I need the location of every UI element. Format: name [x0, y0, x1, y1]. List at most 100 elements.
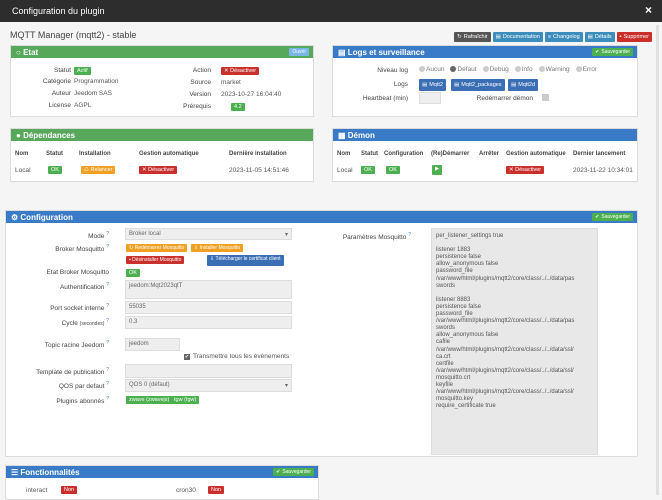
changelog-button[interactable]: ≡ Changelog: [544, 32, 583, 42]
radio-aucun[interactable]: Aucun: [419, 66, 444, 73]
demon-col-arreter: Arrêter: [479, 151, 500, 157]
radio-icon: [514, 66, 521, 73]
log-mqtt2-packages-button[interactable]: ▤ Mqtt2_packages: [451, 79, 505, 91]
interact-badge: Non: [61, 486, 78, 494]
categorie-value: Programmation: [74, 78, 119, 85]
dep-col-nom: Nom: [15, 151, 29, 157]
refresh-button[interactable]: ↻ Rafraîchir: [454, 32, 491, 42]
radio-error[interactable]: Error: [575, 66, 597, 73]
mode-select[interactable]: Broker local ▾: [125, 228, 292, 240]
help-icon: ?: [106, 381, 109, 387]
help-icon: ?: [106, 396, 109, 402]
fonctionnalites-header: ☰ Fonctionnalités ✔ Sauvegarder: [6, 466, 318, 478]
install-mosquitto-button[interactable]: ⇩ Installer Mosquitto: [191, 244, 244, 252]
dependances-header: ● Dépendances: [11, 129, 313, 141]
dep-col-gestion: Gestion automatique: [139, 151, 199, 157]
params-label: Paramètres Mosquitto ?: [342, 232, 411, 242]
topic-input[interactable]: jeedom: [125, 338, 180, 351]
params-textarea[interactable]: per_listener_settings true listener 1883…: [431, 228, 598, 455]
radio-defaut[interactable]: Défaut: [450, 66, 477, 73]
help-icon: ?: [408, 232, 411, 238]
modal-titlebar: Configuration du plugin ×: [0, 0, 662, 22]
licence-label: License: [48, 102, 71, 109]
demon-col-configuration: Configuration: [384, 151, 424, 157]
radio-icon: [575, 66, 582, 73]
fonctionnalites-panel: ☰ Fonctionnalités ✔ Sauvegarder interact…: [5, 465, 319, 500]
etat-header: ○ Etat Ouvrir: [11, 46, 313, 58]
plugin-zwave-badge: zwave (zwavejs): [126, 396, 173, 404]
list-icon: ≡: [547, 34, 552, 40]
dep-relancer-button[interactable]: ♺ Relancer: [81, 166, 116, 174]
port-input[interactable]: 55035: [125, 301, 292, 314]
radio-selected-icon: [450, 66, 457, 73]
top-toolbar: ↻ Rafraîchir ▤ Documentation ≡ Changelog ▤ D…: [454, 32, 652, 42]
qos-select[interactable]: QOS 0 (défaut) ▾: [125, 379, 292, 392]
download-cert-button[interactable]: ⇩ Télécharger le certificat client: [207, 255, 284, 266]
dep-row-derniere: 2023-11-05 14:51:46: [229, 167, 289, 174]
file-icon: ▤: [338, 48, 348, 57]
delete-button[interactable]: ▪ Supprimer: [616, 32, 652, 42]
auteur-label: Auteur: [51, 90, 71, 97]
transmit-label: Transmettre tous les évènements: [193, 353, 290, 360]
statut-label: Statut: [54, 67, 71, 74]
configuration-header: ⚙ Configuration ✔ Sauvegarder: [6, 211, 637, 223]
radio-warning[interactable]: Warning: [538, 66, 570, 73]
cron30-badge: Non: [208, 486, 225, 494]
etat-broker-label: Etat Broker Mosquitto: [46, 269, 110, 276]
statut-badge: Actif: [74, 67, 91, 75]
close-icon[interactable]: ×: [645, 3, 652, 17]
auth-input[interactable]: jeedom:Mqt2023qtT: [125, 280, 292, 299]
fonctionnalites-save-button[interactable]: ✔ Sauvegarder: [273, 468, 314, 476]
log-mqtt2-button[interactable]: ▤ Mqtt2: [419, 79, 446, 91]
dep-disable-button[interactable]: ✕ Désactiver: [139, 166, 178, 174]
auth-label: Authentification ?: [59, 282, 109, 292]
help-icon: ?: [106, 340, 109, 346]
uninstall-mosquitto-button[interactable]: ▪ Désinstaller Mosquitto: [126, 256, 185, 264]
dep-row-nom: Local: [15, 167, 31, 174]
demon-disable-button[interactable]: ✕ Désactiver: [506, 166, 545, 174]
broker-label: Broker Mosquitto ?: [55, 244, 109, 254]
demon-row-dernier: 2023-11-22 10:34:01: [573, 167, 633, 174]
demon-start-button[interactable]: ▶: [432, 165, 442, 175]
radio-debug[interactable]: Debug: [482, 66, 509, 73]
demon-col-gestion: Gestion automatique: [506, 151, 566, 157]
mode-label: Mode ?: [88, 231, 109, 241]
dropdown-icon: ▾: [284, 383, 288, 389]
log-mqtt2d-button[interactable]: ▤ Mqtt2d: [508, 79, 539, 91]
radio-icon: [538, 66, 545, 73]
plugin-tgw-badge: tgw (tgw): [171, 396, 200, 404]
check-icon: ✔: [595, 214, 600, 220]
info-icon: ▤: [587, 34, 593, 40]
demon-header: ▦ Démon: [333, 129, 637, 141]
template-input[interactable]: [125, 364, 292, 378]
template-label: Template de publication ?: [36, 367, 109, 377]
logs-save-button[interactable]: ✔ Sauvegarder: [592, 48, 633, 56]
restart-daemon-checkbox[interactable]: [542, 94, 549, 101]
server-icon: ▦: [338, 131, 348, 140]
config-save-button[interactable]: ✔ Sauvegarder: [592, 213, 633, 221]
help-icon: ?: [106, 318, 109, 324]
documentation-button[interactable]: ▤ Documentation: [492, 32, 543, 42]
topic-label: Topic racine Jeedom ?: [44, 340, 109, 350]
help-icon: ?: [106, 244, 109, 250]
open-button[interactable]: Ouvrir: [289, 48, 309, 56]
source-value: market: [221, 79, 241, 86]
circle-check-icon: ●: [16, 131, 24, 140]
scrollbar[interactable]: [656, 25, 659, 495]
demon-row-statut: OK: [361, 166, 375, 174]
disable-plugin-button[interactable]: ✕ Désactiver: [221, 67, 260, 75]
dep-row-statut: OK: [48, 166, 62, 174]
restart-mosquitto-button[interactable]: ↻ Redémarrer Mosquitto: [126, 244, 188, 252]
book-icon: ▤: [495, 34, 501, 40]
transmit-checkbox[interactable]: ✔: [184, 354, 190, 360]
cycle-input[interactable]: 0.3: [125, 316, 292, 329]
heartbeat-input[interactable]: [419, 92, 441, 104]
demon-panel: ▦ Démon Nom Statut Configuration (Re)Dém…: [332, 128, 638, 182]
radio-info[interactable]: Info: [514, 66, 533, 73]
log-level-radios: Aucun Défaut Debug Info Warning Error: [419, 66, 597, 73]
details-button[interactable]: ▤ Détails: [584, 32, 615, 42]
dep-col-statut: Statut: [46, 151, 63, 157]
help-icon: ?: [106, 303, 109, 309]
dependances-panel: ● Dépendances Nom Statut Installation Ge…: [10, 128, 314, 182]
help-icon: ?: [106, 367, 109, 373]
